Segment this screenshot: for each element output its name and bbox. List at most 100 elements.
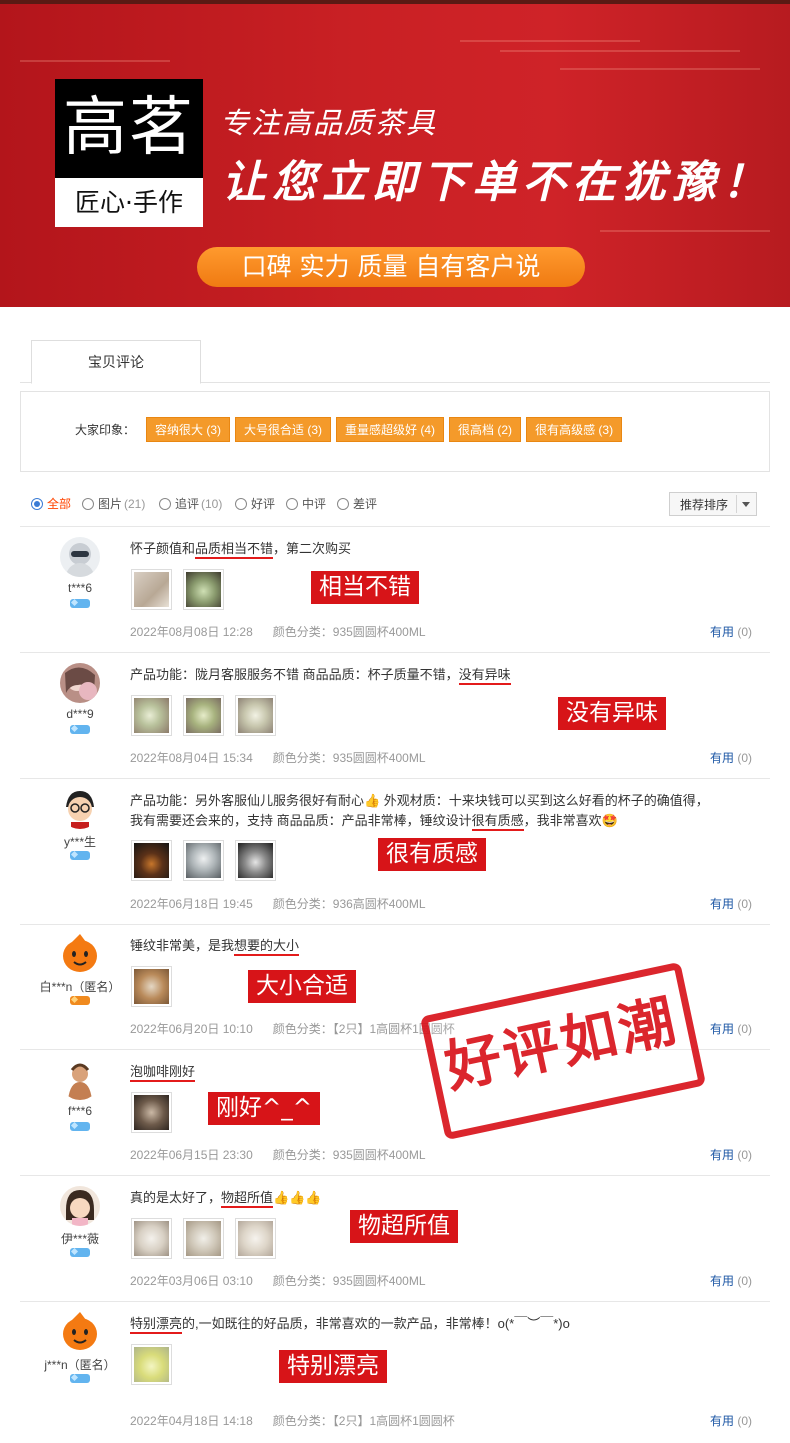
username: t***6 [67, 581, 93, 595]
filter-label: 中评 [302, 497, 327, 511]
review-date: 2022年08月08日 12:28 [130, 625, 253, 639]
banner-decor-line [500, 50, 740, 52]
highlighted-text: 泡咖啡刚好 [130, 1064, 196, 1082]
useful-label: 有用 [709, 897, 734, 911]
photo-icon [186, 1221, 221, 1256]
useful-count: (0) [737, 751, 752, 765]
review-date: 2022年04月18日 14:18 [130, 1414, 253, 1428]
useful-count: (0) [737, 1022, 752, 1036]
filter-followup[interactable]: 追评 (10) [159, 495, 222, 512]
avatar [60, 1312, 100, 1352]
photo-icon [238, 698, 273, 733]
member-level-icon [70, 725, 90, 734]
logo-tagline: 匠心·手作 [75, 188, 183, 217]
avatar [60, 789, 100, 829]
review-thumbnail[interactable] [235, 840, 276, 881]
review-images [131, 966, 183, 1007]
review-thumbnail[interactable] [183, 695, 224, 736]
text-segment: 锤纹非常美，是我 [130, 938, 235, 953]
filter-neutral[interactable]: 中评 [286, 495, 326, 512]
review-thumbnail[interactable] [131, 569, 172, 610]
useful-label: 有用 [709, 1274, 734, 1288]
impression-tag[interactable]: 重量感超级好 (4) [336, 417, 445, 442]
filter-images[interactable]: 图片 (21) [82, 495, 145, 512]
color-value: 935圆圆杯400ML [332, 625, 426, 639]
avatar [60, 537, 100, 577]
text-segment: 怀子颜值和 [130, 541, 196, 556]
useful-label: 有用 [709, 1148, 734, 1162]
review-thumbnail[interactable] [235, 1218, 276, 1259]
useful-label: 有用 [709, 1414, 734, 1428]
banner-decor-line [600, 230, 770, 232]
highlighted-text: 没有异味 [458, 667, 511, 685]
color-value: 935圆圆杯400ML [332, 1274, 426, 1288]
useful-button[interactable]: 有用 (0) [710, 623, 752, 640]
review-item: y***生 产品功能：另外客服仙儿服务很好有耐心👍 外观材质：十来块钱可以买到这… [20, 779, 770, 925]
review-text: 真的是太好了，物超所值👍👍👍 [130, 1188, 760, 1208]
filter-label: 图片 [98, 497, 123, 511]
radio-icon[interactable] [235, 497, 247, 510]
radio-icon[interactable] [286, 497, 298, 510]
radio-icon[interactable] [337, 497, 349, 510]
member-level-icon [70, 1248, 90, 1257]
photo-icon [186, 698, 221, 733]
review-date: 2022年03月06日 03:10 [130, 1274, 253, 1288]
review-thumbnail[interactable] [183, 1218, 224, 1259]
filter-label: 好评 [251, 497, 276, 511]
color-value: 【2只】1高圆杯1圆圆杯 [332, 1414, 455, 1428]
useful-button[interactable]: 有用 (0) [710, 1272, 752, 1289]
photo-icon [186, 572, 221, 607]
review-filter-bar: 全部 图片 (21) 追评 (10) 好评 中评 差评 推荐排序 [20, 482, 770, 527]
review-thumbnail[interactable] [183, 569, 224, 610]
impression-tag[interactable]: 大号很合适 (3) [235, 417, 332, 442]
review-thumbnail[interactable] [131, 1218, 172, 1259]
banner-top-border [0, 0, 790, 4]
review-text: 产品功能：另外客服仙儿服务很好有耐心👍 外观材质：十来块钱可以买到这么好看的杯子… [130, 791, 760, 831]
avatar [60, 1186, 100, 1226]
useful-button[interactable]: 有用 (0) [710, 749, 752, 766]
impression-tag[interactable]: 很高档 (2) [449, 417, 522, 442]
filter-all[interactable]: 全部 [31, 495, 71, 512]
impression-tag[interactable]: 容纳很大 (3) [146, 417, 231, 442]
filter-positive[interactable]: 好评 [235, 495, 275, 512]
username: y***生 [63, 835, 96, 849]
review-thumbnail[interactable] [131, 966, 172, 1007]
filter-count: (10) [201, 496, 223, 511]
impression-tag[interactable]: 很有高级感 (3) [526, 417, 623, 442]
review-thumbnail[interactable] [235, 695, 276, 736]
avatar [60, 663, 100, 703]
banner-decor-line [560, 68, 760, 70]
filter-negative[interactable]: 差评 [337, 495, 377, 512]
useful-button[interactable]: 有用 (0) [710, 1020, 752, 1037]
username: f***6 [67, 1104, 93, 1118]
review-date: 2022年06月15日 23:30 [130, 1148, 253, 1162]
filter-label: 全部 [47, 497, 72, 511]
review-thumbnail[interactable] [183, 840, 224, 881]
sort-label: 推荐排序 [680, 498, 729, 512]
highlight-stamp: 相当不错 [311, 571, 419, 604]
color-label: 颜色分类： [272, 897, 333, 911]
useful-count: (0) [737, 1148, 752, 1162]
avatar [60, 1060, 100, 1100]
review-thumbnail[interactable] [131, 1092, 172, 1133]
useful-label: 有用 [709, 751, 734, 765]
tab-reviews[interactable]: 宝贝评论 [31, 340, 201, 384]
sort-dropdown[interactable]: 推荐排序 [669, 492, 757, 516]
review-thumbnail[interactable] [131, 1344, 172, 1385]
review-thumbnail[interactable] [131, 695, 172, 736]
useful-button[interactable]: 有用 (0) [710, 1146, 752, 1163]
review-images [131, 695, 287, 736]
review-text: 特别漂亮的,一如既往的好品质，非常喜欢的一款产品，非常棒！o(*￣︶￣*)o [130, 1314, 760, 1334]
member-level-icon [70, 996, 90, 1005]
radio-icon[interactable] [31, 497, 43, 510]
radio-icon[interactable] [159, 497, 171, 510]
color-label: 颜色分类： [272, 1022, 333, 1036]
useful-button[interactable]: 有用 (0) [710, 1412, 752, 1429]
review-thumbnail[interactable] [131, 840, 172, 881]
review-item: j***n（匿名） 特别漂亮的,一如既往的好品质，非常喜欢的一款产品，非常棒！o… [20, 1302, 770, 1443]
useful-button[interactable]: 有用 (0) [710, 895, 752, 912]
radio-icon[interactable] [82, 497, 94, 510]
impressions-panel: 大家印象： 容纳很大 (3) 大号很合适 (3) 重量感超级好 (4) 很高档 … [20, 391, 770, 472]
highlighted-text: 物超所值 [221, 1190, 274, 1208]
color-label: 颜色分类： [272, 1274, 333, 1288]
